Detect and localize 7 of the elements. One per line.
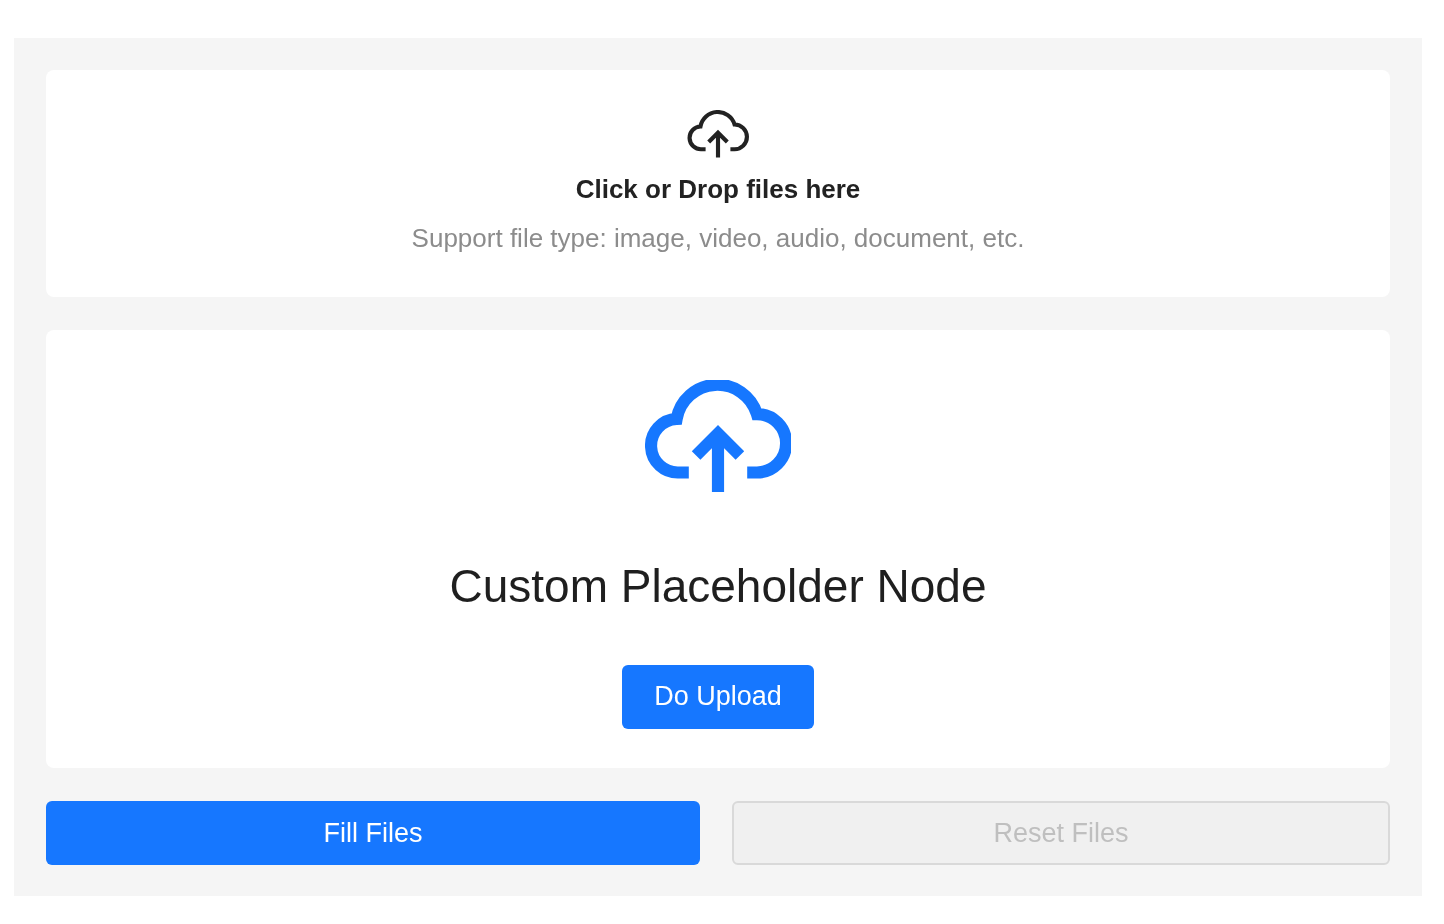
fill-button[interactable]: Fill Files bbox=[46, 801, 700, 865]
cloud-upload-icon bbox=[687, 110, 749, 160]
placeholder-title: Custom Placeholder Node bbox=[449, 558, 987, 613]
upload-button[interactable]: Do Upload bbox=[622, 664, 814, 729]
dropzone-title: Click or Drop files here bbox=[575, 173, 861, 205]
upload-dropzone[interactable]: Click or Drop files here Support file type: image, video, audio, document, etc. bbox=[46, 70, 1390, 297]
dropzone-hint: Support file type: image, video, audio, document, etc. bbox=[411, 222, 1025, 254]
